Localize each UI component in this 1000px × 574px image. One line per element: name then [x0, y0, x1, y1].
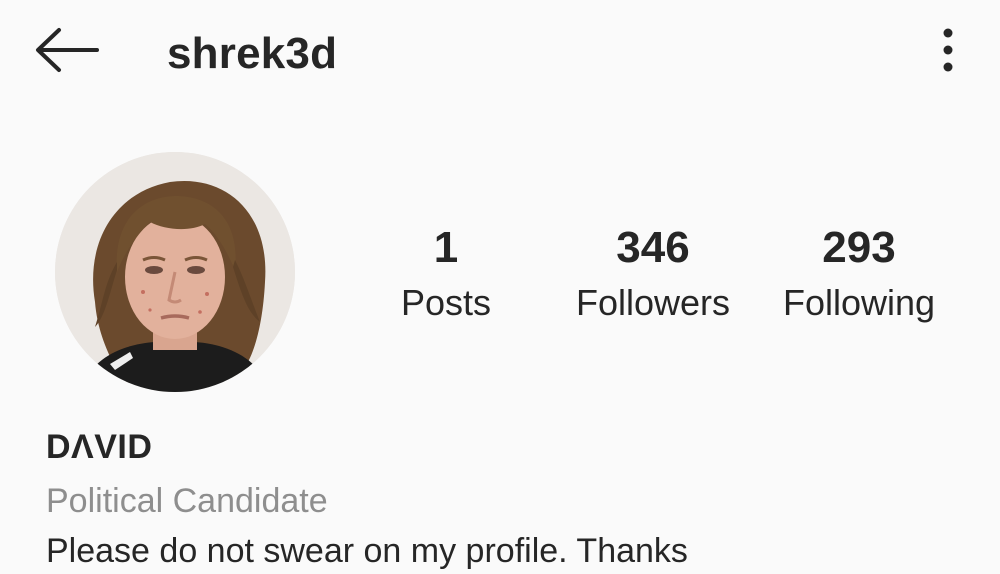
followers-value: 346 [616, 223, 690, 272]
more-options-button[interactable] [920, 20, 976, 84]
avatar[interactable] [55, 152, 295, 392]
following-label: Following [782, 282, 936, 323]
profile-username: shrek3d [167, 29, 338, 78]
profile-category: Political Candidate [46, 482, 328, 520]
posts-value: 1 [433, 223, 459, 272]
profile-bio: DΛVID Political Candidate Please do not … [46, 424, 986, 574]
following-count[interactable]: 293 Following [759, 222, 959, 326]
posts-count[interactable]: 1 Posts [346, 222, 546, 326]
arrow-left-icon [31, 25, 101, 80]
back-button[interactable] [28, 20, 104, 84]
followers-count[interactable]: 346 Followers [553, 222, 753, 326]
followers-label: Followers [575, 282, 731, 323]
top-app-bar: shrek3d [0, 0, 1000, 110]
posts-label: Posts [400, 282, 492, 323]
profile-display-name: DΛVID [46, 428, 153, 466]
profile-bio-text: Please do not swear on my profile. Thank… [46, 532, 688, 570]
following-value: 293 [822, 223, 896, 272]
profile-photo [55, 152, 295, 392]
more-vertical-icon [942, 26, 954, 79]
